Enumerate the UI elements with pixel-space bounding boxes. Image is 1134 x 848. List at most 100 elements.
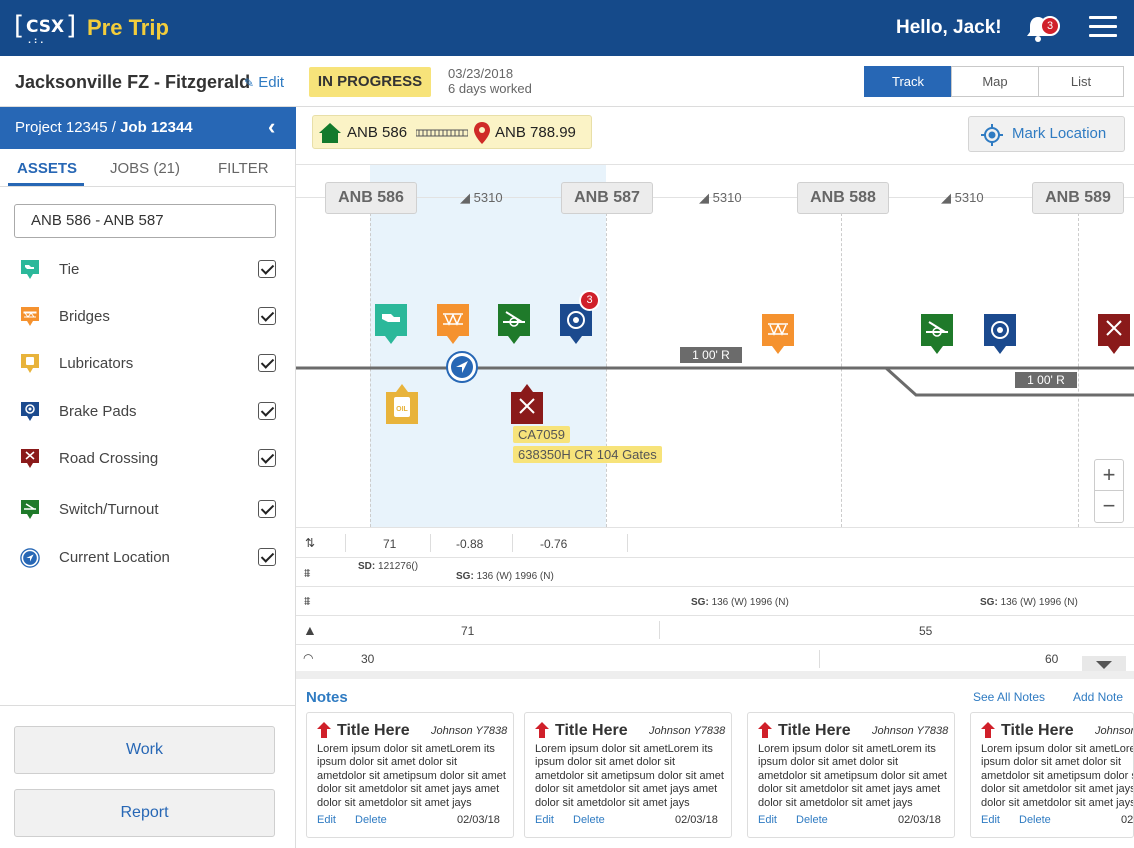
mark-location-button[interactable]: Mark Location bbox=[968, 116, 1125, 152]
trip-date: 03/23/2018 bbox=[448, 66, 514, 81]
milepost-marker[interactable]: ANB 588 bbox=[797, 182, 889, 214]
note-delete-link[interactable]: Delete bbox=[796, 814, 828, 826]
note-delete-link[interactable]: Delete bbox=[573, 814, 605, 826]
milepost-marker[interactable]: ANB 586 bbox=[325, 182, 417, 214]
lubricator-icon[interactable]: OIL bbox=[386, 380, 418, 424]
report-button[interactable]: Report bbox=[14, 789, 275, 837]
note-edit-link[interactable]: Edit bbox=[535, 814, 554, 826]
project-header[interactable]: Project 12345 / Job 12344 bbox=[0, 107, 296, 149]
asset-row-road-crossing[interactable]: Road Crossing bbox=[18, 446, 280, 474]
note-edit-link[interactable]: Edit bbox=[981, 814, 1000, 826]
milepost-marker[interactable]: ANB 587 bbox=[561, 182, 653, 214]
hamburger-menu-icon[interactable] bbox=[1089, 16, 1117, 38]
edit-link[interactable]: ✎ Edit bbox=[244, 74, 284, 91]
lubricator-text: OIL bbox=[396, 406, 408, 413]
notification-badge: 3 bbox=[1040, 16, 1060, 36]
asset-row-lubricators[interactable]: Lubricators bbox=[18, 351, 280, 379]
asset-label: Bridges bbox=[59, 308, 110, 325]
note-card[interactable]: Title Here Johnson Y7838 Lorem ipsum dol… bbox=[747, 712, 955, 838]
zoom-in-button[interactable]: + bbox=[1095, 460, 1123, 491]
note-date: 02/03/18 bbox=[1121, 814, 1134, 826]
asset-label: Lubricators bbox=[59, 355, 134, 372]
collapse-chevron-icon[interactable]: ‹ bbox=[268, 114, 275, 140]
checkbox[interactable] bbox=[258, 402, 276, 420]
elevation-icon: ⇅ bbox=[305, 536, 316, 550]
note-delete-link[interactable]: Delete bbox=[355, 814, 387, 826]
road-crossing-icon[interactable] bbox=[511, 380, 543, 424]
note-date: 02/03/18 bbox=[675, 814, 718, 826]
checkbox[interactable] bbox=[258, 500, 276, 518]
asset-search-input[interactable]: ANB 586 - ANB 587 bbox=[14, 204, 276, 238]
note-delete-link[interactable]: Delete bbox=[1019, 814, 1051, 826]
asset-row-bridges[interactable]: Bridges bbox=[18, 304, 280, 332]
checkbox[interactable] bbox=[258, 354, 276, 372]
priority-arrow-icon bbox=[981, 722, 995, 738]
rail-icon: ⩩ bbox=[304, 566, 311, 580]
note-author: Johnson Y7838 bbox=[649, 725, 726, 737]
note-card[interactable]: Title Here Johnson Y7838 Lorem ipsum dol… bbox=[524, 712, 732, 838]
data-row-speed: ◠ 30 60 bbox=[296, 644, 1134, 671]
asset-row-current-location[interactable]: Current Location bbox=[18, 545, 280, 573]
zoom-controls: + − bbox=[1094, 459, 1124, 523]
edit-label: Edit bbox=[258, 74, 285, 91]
brake-pad-count-badge: 3 bbox=[579, 290, 600, 311]
route-to: ANB 788.99 bbox=[495, 124, 576, 141]
note-edit-link[interactable]: Edit bbox=[758, 814, 777, 826]
expand-rows-button[interactable] bbox=[1082, 656, 1126, 672]
asset-label: Road Crossing bbox=[59, 450, 159, 467]
note-body: Lorem ipsum dolor sit ametLorem its ipsu… bbox=[758, 743, 947, 809]
ruler-icon: ◢ bbox=[460, 190, 470, 205]
elevation-value: 71 bbox=[383, 537, 397, 551]
note-body: Lorem ipsum dolor sit ametLorem its ipsu… bbox=[317, 743, 506, 809]
asset-row-brake-pads[interactable]: Brake Pads bbox=[18, 399, 280, 427]
selected-segment-highlight bbox=[370, 165, 606, 527]
checkbox[interactable] bbox=[258, 260, 276, 278]
tab-assets[interactable]: ASSETS bbox=[17, 160, 77, 177]
zoom-out-button[interactable]: − bbox=[1095, 491, 1123, 522]
rail-icon: ⩩ bbox=[304, 594, 311, 608]
asset-label: Brake Pads bbox=[59, 403, 137, 420]
ruler-icon: ◢ bbox=[699, 190, 709, 205]
destination-pin-icon bbox=[474, 122, 490, 144]
curve-label: 1 00' R bbox=[680, 347, 742, 363]
tab-map[interactable]: Map bbox=[951, 66, 1039, 97]
checkbox[interactable] bbox=[258, 449, 276, 467]
tie-icon[interactable] bbox=[375, 304, 407, 344]
checkbox[interactable] bbox=[258, 548, 276, 566]
asset-row-tie[interactable]: Tie bbox=[18, 257, 280, 285]
bridge-icon[interactable] bbox=[762, 314, 794, 354]
tab-track[interactable]: Track bbox=[864, 66, 952, 97]
tab-filter[interactable]: FILTER bbox=[218, 160, 269, 177]
grade-icon: ▲ bbox=[303, 622, 317, 638]
switch-icon[interactable] bbox=[498, 304, 530, 344]
divider bbox=[296, 671, 1134, 679]
crosshair-icon bbox=[981, 124, 1003, 146]
tab-list[interactable]: List bbox=[1038, 66, 1124, 97]
tie-icon bbox=[21, 260, 39, 279]
tab-jobs[interactable]: JOBS (21) bbox=[110, 160, 180, 177]
location-title: Jacksonville FZ - Fitzgerald bbox=[15, 72, 251, 92]
divider bbox=[0, 705, 295, 706]
note-edit-link[interactable]: Edit bbox=[317, 814, 336, 826]
csx-logo: [ CSX ] .:. bbox=[14, 11, 77, 45]
note-card[interactable]: Title Here Johnson Y7838 Lorem ipsum dol… bbox=[970, 712, 1134, 838]
elevation-value: -0.76 bbox=[540, 537, 568, 551]
road-crossing-icon[interactable] bbox=[1098, 314, 1130, 354]
project-label: Project 12345 / bbox=[15, 119, 116, 136]
switch-icon[interactable] bbox=[921, 314, 953, 354]
checkbox[interactable] bbox=[258, 307, 276, 325]
see-all-notes-link[interactable]: See All Notes bbox=[973, 690, 1045, 704]
asset-row-switch-turnout[interactable]: Switch/Turnout bbox=[18, 497, 280, 525]
milepost-marker[interactable]: ANB 589 bbox=[1032, 182, 1124, 214]
brake-pad-icon[interactable] bbox=[984, 314, 1016, 354]
note-card[interactable]: Title Here Johnson Y7838 Lorem ipsum dol… bbox=[306, 712, 514, 838]
add-note-link[interactable]: Add Note bbox=[1073, 690, 1123, 704]
asset-label: Current Location bbox=[59, 549, 170, 566]
chevron-down-icon bbox=[1096, 661, 1112, 669]
work-button[interactable]: Work bbox=[14, 726, 275, 774]
current-location-icon[interactable] bbox=[446, 351, 478, 383]
segment-length: ◢ 5310 bbox=[941, 190, 984, 206]
bridge-icon[interactable] bbox=[437, 304, 469, 344]
grade-value: 71 bbox=[461, 624, 475, 638]
speed-value: 30 bbox=[361, 652, 375, 666]
